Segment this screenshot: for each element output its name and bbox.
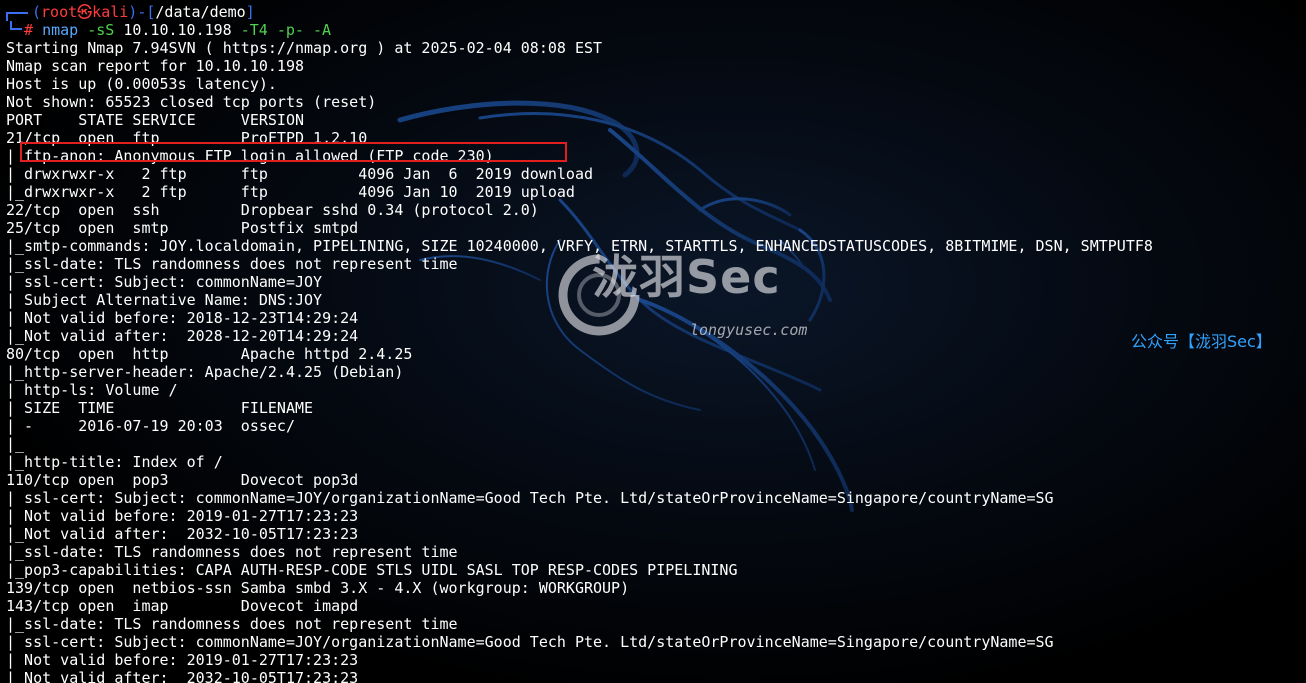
output-line: |_smtp-commands: JOY.localdomain, PIPELI…	[6, 237, 1153, 255]
output-line: | http-ls: Volume /	[6, 381, 178, 399]
prompt-skull-icon: ㉿	[77, 3, 93, 21]
terminal-output: (root㉿kali)-[/data/demo] # nmap -sS 10.1…	[6, 3, 1302, 683]
output-line: |_ssl-date: TLS randomness does not repr…	[6, 615, 458, 633]
command-name: nmap	[42, 21, 79, 39]
output-line: | Not valid before: 2019-01-27T17:23:23	[6, 651, 359, 669]
command-flag-ss: -sS	[87, 21, 115, 39]
output-line: | Not valid before: 2019-01-27T17:23:23	[6, 507, 359, 525]
output-line: Nmap scan report for 10.10.10.198	[6, 57, 305, 75]
terminal-window[interactable]: 泷羽Sec longyusec.com 公众号【泷羽Sec】 (root㉿kal…	[0, 0, 1306, 683]
ftp-anon-highlight-box	[20, 142, 567, 162]
output-line: 110/tcp open pop3 Dovecot pop3d	[6, 471, 359, 489]
output-line: |_drwxrwxr-x 2 ftp ftp 4096 Jan 10 2019 …	[6, 183, 575, 201]
prompt-frame-top	[6, 12, 28, 21]
command-line[interactable]: # nmap -sS 10.10.10.198 -T4 -p- -A	[6, 21, 1302, 39]
output-line: |_Not valid after: 2032-10-05T17:23:23	[6, 669, 359, 683]
command-target: 10.10.10.198	[123, 21, 232, 39]
output-line: | ssl-cert: Subject: commonName=JOY	[6, 273, 323, 291]
output-line: |_Not valid after: 2032-10-05T17:23:23	[6, 525, 359, 543]
prompt-symbol: #	[24, 21, 34, 39]
output-line: | drwxrwxr-x 2 ftp ftp 4096 Jan 6 2019 d…	[6, 165, 593, 183]
output-line: | Not valid before: 2018-12-23T14:29:24	[6, 309, 359, 327]
output-line: 22/tcp open ssh Dropbear sshd 0.34 (prot…	[6, 201, 539, 219]
prompt-line: (root㉿kali)-[/data/demo]	[6, 3, 1302, 21]
prompt-host: kali	[92, 3, 129, 21]
output-header: PORT STATE SERVICE VERSION	[6, 111, 305, 129]
output-line: |_ssl-date: TLS randomness does not repr…	[6, 255, 458, 273]
output-line: |_	[6, 435, 25, 453]
prompt-user: root	[41, 3, 78, 21]
output-line: | Subject Alternative Name: DNS:JOY	[6, 291, 323, 309]
output-line: | ssl-cert: Subject: commonName=JOY/orga…	[6, 633, 1054, 651]
output-line: Not shown: 65523 closed tcp ports (reset…	[6, 93, 377, 111]
output-line: | SIZE TIME FILENAME	[6, 399, 314, 417]
output-line: 25/tcp open smtp Postfix smtpd	[6, 219, 359, 237]
output-line: | - 2016-07-19 20:03 ossec/	[6, 417, 295, 435]
prompt-frame-bottom	[10, 21, 22, 30]
output-line: |_pop3-capabilities: CAPA AUTH-RESP-CODE…	[6, 561, 738, 579]
output-line: 143/tcp open imap Dovecot imapd	[6, 597, 359, 615]
output-line: |_http-server-header: Apache/2.4.25 (Deb…	[6, 363, 404, 381]
output-line: 80/tcp open http Apache httpd 2.4.25	[6, 345, 413, 363]
output-line: |_http-title: Index of /	[6, 453, 223, 471]
output-line: |_ssl-date: TLS randomness does not repr…	[6, 543, 458, 561]
prompt-path: /data/demo	[155, 3, 246, 21]
output-line: 139/tcp open netbios-ssn Samba smbd 3.X …	[6, 579, 630, 597]
output-line: | ssl-cert: Subject: commonName=JOY/orga…	[6, 489, 1054, 507]
command-flags: -T4 -p- -A	[240, 21, 332, 39]
output-line: Host is up (0.00053s latency).	[6, 75, 277, 93]
output-line: |_Not valid after: 2028-12-20T14:29:24	[6, 327, 359, 345]
output-line: Starting Nmap 7.94SVN ( https://nmap.org…	[6, 39, 603, 57]
